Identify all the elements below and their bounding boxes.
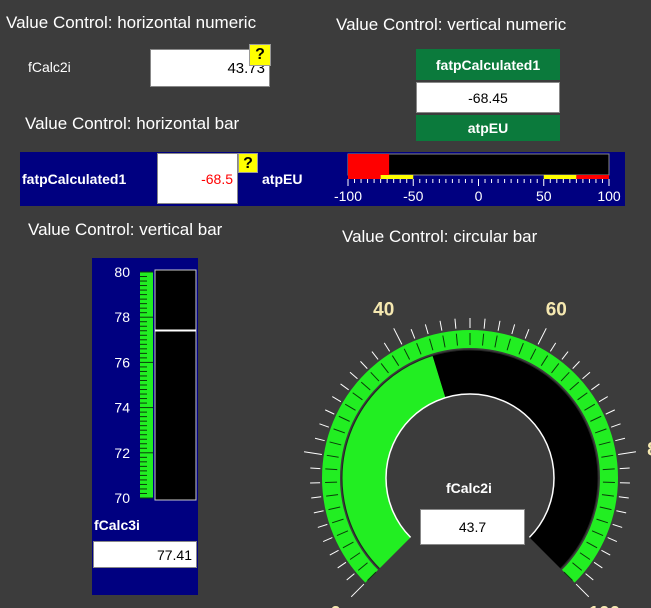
vertical-bar-label: fCalc3i bbox=[94, 517, 140, 533]
circular-bar-scale-label: 40 bbox=[373, 300, 394, 321]
circular-bar-outer-tick bbox=[349, 371, 358, 380]
horizontal-bar-alarm-low-zone bbox=[348, 175, 381, 179]
horizontal-bar-value-field[interactable]: -68.5 bbox=[157, 153, 238, 204]
circular-bar-outer-tick bbox=[591, 383, 600, 391]
vertical-bar-scale-label: 76 bbox=[114, 354, 130, 370]
circular-bar-scale-label: 0 bbox=[330, 603, 341, 608]
circular-bar-outer-tick bbox=[549, 342, 557, 352]
horizontal-bar-scale-label: -100 bbox=[334, 188, 362, 204]
circular-bar-outer-tick bbox=[561, 351, 569, 360]
vertical-bar-scale-label: 78 bbox=[114, 309, 130, 325]
circular-bar-outer-tick bbox=[319, 423, 330, 428]
circular-bar-outer-tick bbox=[497, 320, 501, 331]
circular-bar-outer-tick bbox=[424, 324, 429, 335]
circular-bar-outer-tick bbox=[313, 510, 324, 514]
horizontal-numeric-label: fCalc2i bbox=[28, 59, 71, 75]
circular-bar-scale-label: 80 bbox=[647, 439, 651, 460]
circular-bar-outer-tick bbox=[605, 409, 615, 415]
circular-bar-outer-tick bbox=[607, 537, 618, 543]
vertical-bar-title: Value Control: vertical bar bbox=[28, 220, 223, 239]
circular-bar-outer-tick bbox=[612, 523, 623, 528]
circular-bar-outer-tick bbox=[537, 328, 547, 345]
circular-bar-outer-tick bbox=[618, 496, 629, 499]
horizontal-bar-scale-label: 100 bbox=[597, 188, 621, 204]
circular-bar-outer-tick bbox=[593, 561, 603, 569]
vertical-bar-gauge[interactable]: 80 78 76 74 72 70 bbox=[92, 258, 198, 513]
horizontal-bar-alarm-high-zone bbox=[576, 175, 609, 179]
vertical-bar-scale-label: 72 bbox=[114, 445, 130, 461]
circular-bar-label: fCalc2i bbox=[446, 480, 492, 496]
circular-bar-gauge[interactable]: 020406080100 bbox=[300, 280, 651, 608]
circular-bar-outer-tick bbox=[337, 561, 347, 569]
horizontal-numeric-title: Value Control: horizontal numeric bbox=[6, 13, 257, 32]
circular-bar-scale-label: 60 bbox=[546, 300, 567, 321]
vertical-numeric-name: fatpCalculated1 bbox=[416, 49, 560, 80]
circular-bar-outer-tick bbox=[572, 361, 580, 369]
horizontal-numeric-help-icon[interactable]: ? bbox=[249, 44, 271, 66]
vertical-numeric-unit: atpEU bbox=[416, 115, 560, 141]
circular-bar-outer-tick bbox=[311, 496, 322, 499]
vertical-bar-scale-label: 70 bbox=[114, 490, 130, 506]
circular-bar-outer-tick bbox=[340, 383, 349, 391]
vertical-bar-track bbox=[154, 269, 197, 501]
horizontal-bar-help-icon[interactable]: ? bbox=[238, 153, 258, 173]
circular-bar-outer-tick bbox=[511, 324, 516, 335]
circular-bar-outer-tick bbox=[585, 573, 594, 581]
vertical-numeric-title: Value Control: vertical numeric bbox=[336, 15, 567, 34]
horizontal-bar-unit: atpEU bbox=[262, 171, 303, 187]
circular-bar-title: Value Control: circular bar bbox=[342, 227, 538, 246]
horizontal-bar-warn-high-zone bbox=[543, 175, 577, 179]
circular-bar-outer-tick bbox=[325, 409, 335, 415]
circular-bar-outer-tick bbox=[601, 549, 611, 556]
horizontal-bar-scale-label: -50 bbox=[403, 188, 423, 204]
circular-bar-value-field[interactable]: 43.7 bbox=[420, 509, 525, 545]
circular-bar-outer-tick bbox=[393, 328, 403, 345]
vertical-bar-scale-label: 74 bbox=[114, 400, 130, 416]
circular-bar-outer-tick bbox=[314, 437, 325, 442]
circular-bar-outer-tick bbox=[410, 329, 416, 339]
circular-bar-outer-tick bbox=[317, 523, 328, 528]
circular-bar-outer-tick bbox=[616, 510, 627, 514]
vertical-bar-value-field[interactable]: 77.41 bbox=[93, 541, 197, 568]
circular-bar-outer-tick bbox=[524, 329, 530, 339]
circular-bar-outer-tick bbox=[615, 437, 626, 442]
horizontal-bar-scale-label: 0 bbox=[475, 188, 483, 204]
vertical-numeric-value-field[interactable]: -68.45 bbox=[416, 82, 560, 113]
horizontal-bar-name: fatpCalculated1 bbox=[22, 171, 127, 187]
horizontal-bar-scale-label: 50 bbox=[536, 188, 552, 204]
circular-bar-outer-tick bbox=[383, 342, 391, 352]
circular-bar-outer-tick bbox=[439, 320, 443, 331]
horizontal-bar-gauge[interactable]: -100 -50 0 50 100 bbox=[330, 152, 625, 206]
circular-bar-outer-tick bbox=[483, 318, 486, 329]
circular-bar-outer-tick bbox=[310, 467, 321, 470]
horizontal-bar-title: Value Control: horizontal bar bbox=[25, 114, 240, 133]
circular-bar-outer-tick bbox=[618, 451, 637, 456]
horizontal-bar-warn-low-zone bbox=[380, 175, 414, 179]
circular-bar-outer-tick bbox=[360, 361, 368, 369]
circular-bar-outer-tick bbox=[303, 451, 322, 456]
circular-bar-outer-tick bbox=[610, 423, 621, 428]
circular-bar-outer-tick bbox=[371, 351, 379, 360]
vertical-bar-scale-label: 80 bbox=[114, 264, 130, 280]
circular-bar-outer-tick bbox=[329, 549, 339, 556]
circular-bar-outer-tick bbox=[346, 573, 355, 581]
circular-bar-outer-tick bbox=[454, 318, 457, 329]
circular-bar-scale-label: 100 bbox=[588, 603, 620, 608]
circular-bar-outer-tick bbox=[332, 396, 342, 403]
circular-bar-outer-tick bbox=[322, 537, 333, 543]
circular-bar-outer-tick bbox=[598, 396, 608, 403]
horizontal-bar-fill bbox=[348, 154, 390, 175]
circular-bar-outer-tick bbox=[575, 583, 590, 598]
circular-bar-outer-tick bbox=[619, 467, 630, 470]
circular-bar-outer-tick bbox=[350, 583, 365, 598]
circular-bar-outer-tick bbox=[582, 371, 591, 380]
